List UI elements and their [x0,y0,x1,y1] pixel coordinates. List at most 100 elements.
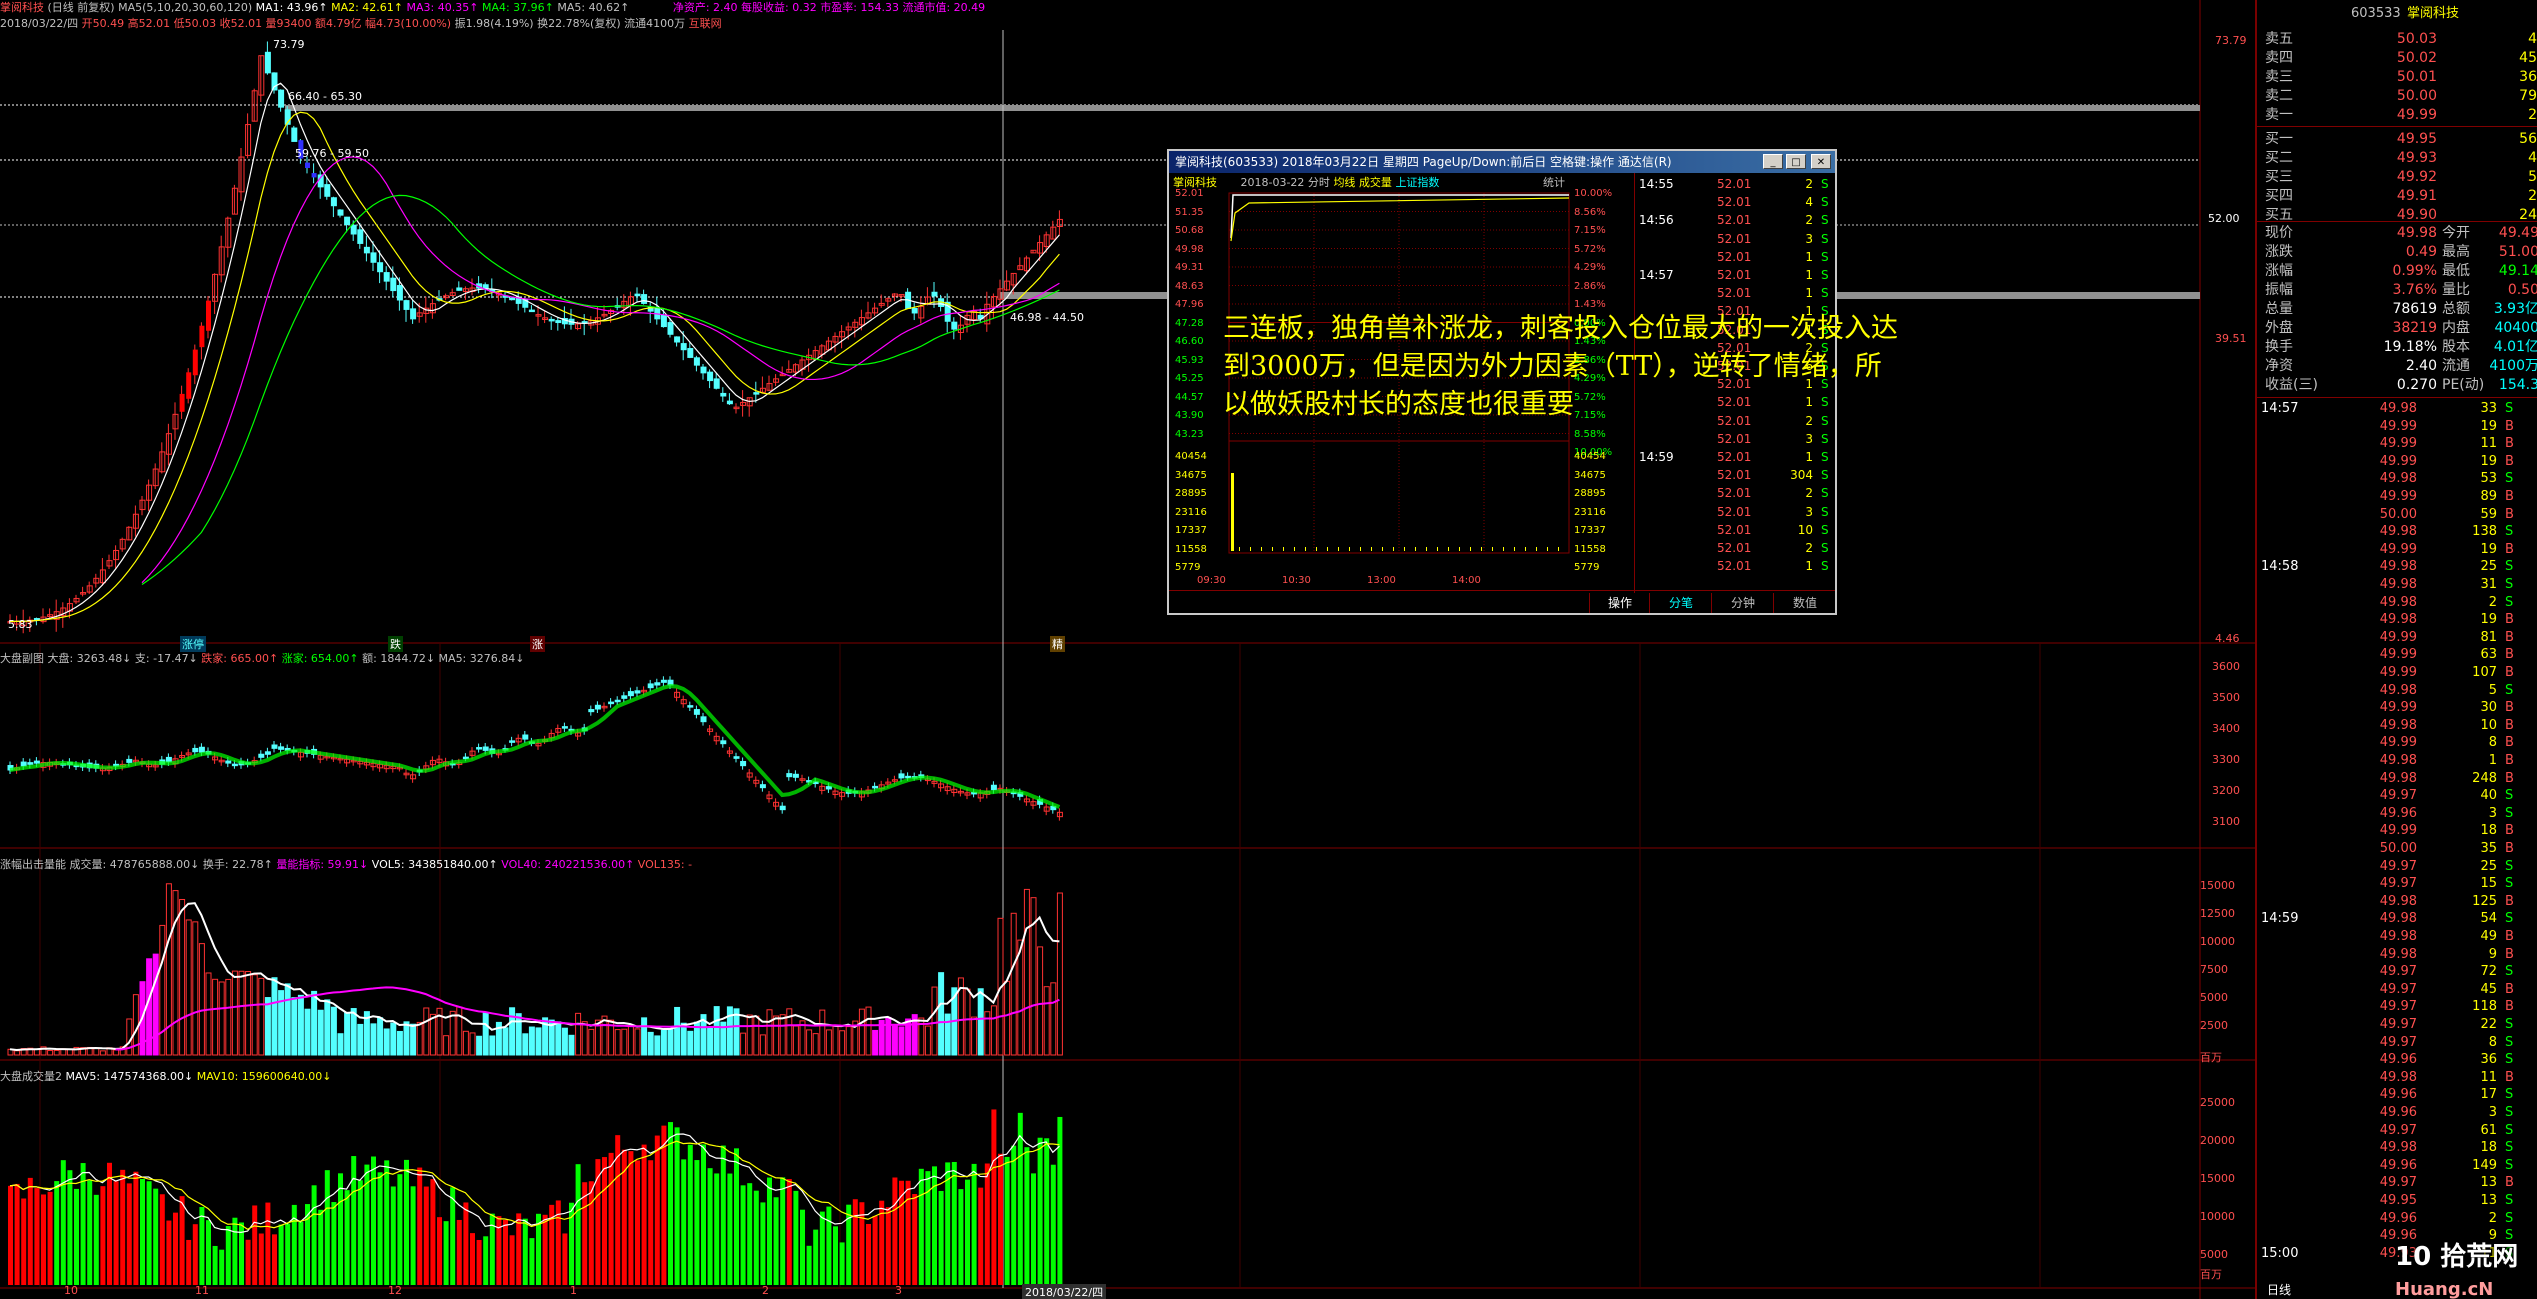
candle-body [753,392,760,395]
candle-body [251,90,258,122]
volume-bar [819,1009,826,1056]
bid-volume: 2 [2528,188,2537,204]
tick-row: 52.01 1 S [1635,557,1835,575]
tick-volume: 1 [1805,559,1813,574]
ask-row: 卖一 49.99 2 [2257,106,2537,124]
intraday-volume-bar [1327,547,1328,551]
close-button[interactable]: ✕ [1811,154,1831,169]
chart-area[interactable] [0,0,2255,1299]
tick-side: S [1821,468,1829,483]
candle-body [363,246,370,254]
index-candle [733,756,740,759]
trade-volume: 61 [2480,1122,2497,1138]
intraday-time-tick: 09:30 [1197,575,1226,586]
trade-price: 49.99 [2379,823,2417,839]
trade-price: 49.97 [2379,858,2417,874]
market-volume-bar [885,1207,891,1285]
trade-time: 14:58 [2261,559,2299,575]
intraday-vol-tick: 11558 [1574,543,1606,555]
trade-row: 49.97 8 S [2257,1034,2537,1052]
tab-values[interactable]: 数值 [1773,593,1836,613]
trade-row: 49.99 18 B [2257,822,2537,840]
market-volume-bar [1037,1137,1043,1285]
market-volume-bar [1057,1116,1063,1285]
stat-value: 49.98 [2396,225,2437,241]
trade-row: 49.98 1 B [2257,752,2537,770]
stat-value: 3.76% [2392,282,2437,298]
trade-volume: 25 [2480,858,2497,874]
tick-volume: 1 [1805,450,1813,464]
tab-minute[interactable]: 分钟 [1711,593,1774,613]
index-candle [898,773,905,779]
trade-row: 49.99 19 B [2257,453,2537,471]
tick-row: 52.01 3 S [1635,230,1835,248]
volume-bar [885,1016,892,1056]
trade-price: 49.98 [2379,929,2417,944]
trade-row: 49.99 8 B [2257,734,2537,752]
trade-price: 49.98 [2379,1069,2417,1085]
intraday-volume-bar [1349,547,1350,551]
market-volume-bar [74,1188,79,1285]
volume-bar [317,1009,324,1056]
stats-separator [2257,221,2537,222]
market-volume-bar [740,1185,746,1285]
index-candle [27,762,34,765]
trade-side: S [2505,577,2514,592]
trade-side: S [2505,524,2514,540]
market-volume-bar [265,1202,271,1285]
ask-price: 49.99 [2396,107,2437,123]
trade-side: B [2505,929,2514,944]
index-candle [594,704,601,710]
quote-bottom-tab[interactable]: 日线 [2267,1281,2291,1299]
minimize-button[interactable]: _ [1763,154,1783,169]
maximize-button[interactable]: □ [1786,154,1806,169]
index-candle [990,784,997,791]
tick-side: S [1821,249,1829,264]
trade-side: B [2505,981,2514,997]
tick-price: 52.01 [1717,450,1752,464]
bid-price: 49.92 [2396,169,2437,185]
market-volume-bar [958,1189,964,1285]
trade-row: 50.00 35 B [2257,840,2537,858]
trade-row: 49.97 25 S [2257,858,2537,876]
market-volume-bar [417,1167,423,1285]
tick-price: 52.01 [1717,431,1752,446]
market-volume-bar [245,1239,251,1285]
market-volume-bar [819,1211,825,1285]
tab-operate[interactable]: 操作 [1589,593,1650,613]
market-volume-bar [8,1185,13,1285]
volume-bar [443,1035,450,1056]
tick-price: 52.01 [1717,486,1752,501]
index-candle [825,786,832,790]
index-amount: 额: 1844.72↓ [362,652,436,665]
intraday-price-tick: 43.90 [1175,410,1204,421]
index-axis-tick: 3300 [2212,753,2240,766]
level-label-1: 66.40 - 65.30 [288,90,362,103]
tick-row: 52.01 304 S [1635,466,1835,484]
tab-trades[interactable]: 分笔 [1649,593,1712,613]
trade-price: 49.96 [2379,1157,2417,1173]
stat-row: 振幅 3.76% 量比 0.50 [2257,281,2537,299]
bid-label: 买二 [2265,150,2293,166]
volume-bar [1004,980,1011,1056]
dialog-title-bar[interactable]: 掌阅科技(603533) 2018年03月22日 星期四 PageUp/Down… [1169,151,1835,173]
candle-body [680,343,687,351]
index-candle [634,690,641,694]
intraday-volume-bar [1371,547,1372,551]
trade-row: 49.98 49 B [2257,928,2537,946]
trade-side: S [2505,1140,2514,1156]
intraday-vol-tick: 5779 [1175,562,1201,573]
trade-side: S [2505,1193,2514,1208]
volume-bar [779,1014,786,1056]
tick-volume: 10 [1797,522,1813,537]
trade-row: 49.97 22 S [2257,1016,2537,1034]
bid-volume: 4 [2528,150,2537,166]
stat-label: 涨跌 [2265,244,2293,260]
intraday-pct-tick: 5.72% [1574,243,1606,255]
trade-price: 49.98 [2379,401,2417,416]
market-volume-bar [146,1181,152,1285]
trade-price: 49.98 [2379,753,2417,768]
trade-row: 49.95 13 S [2257,1192,2537,1210]
intraday-volume-bar [1415,547,1416,551]
index-candle [792,773,799,778]
